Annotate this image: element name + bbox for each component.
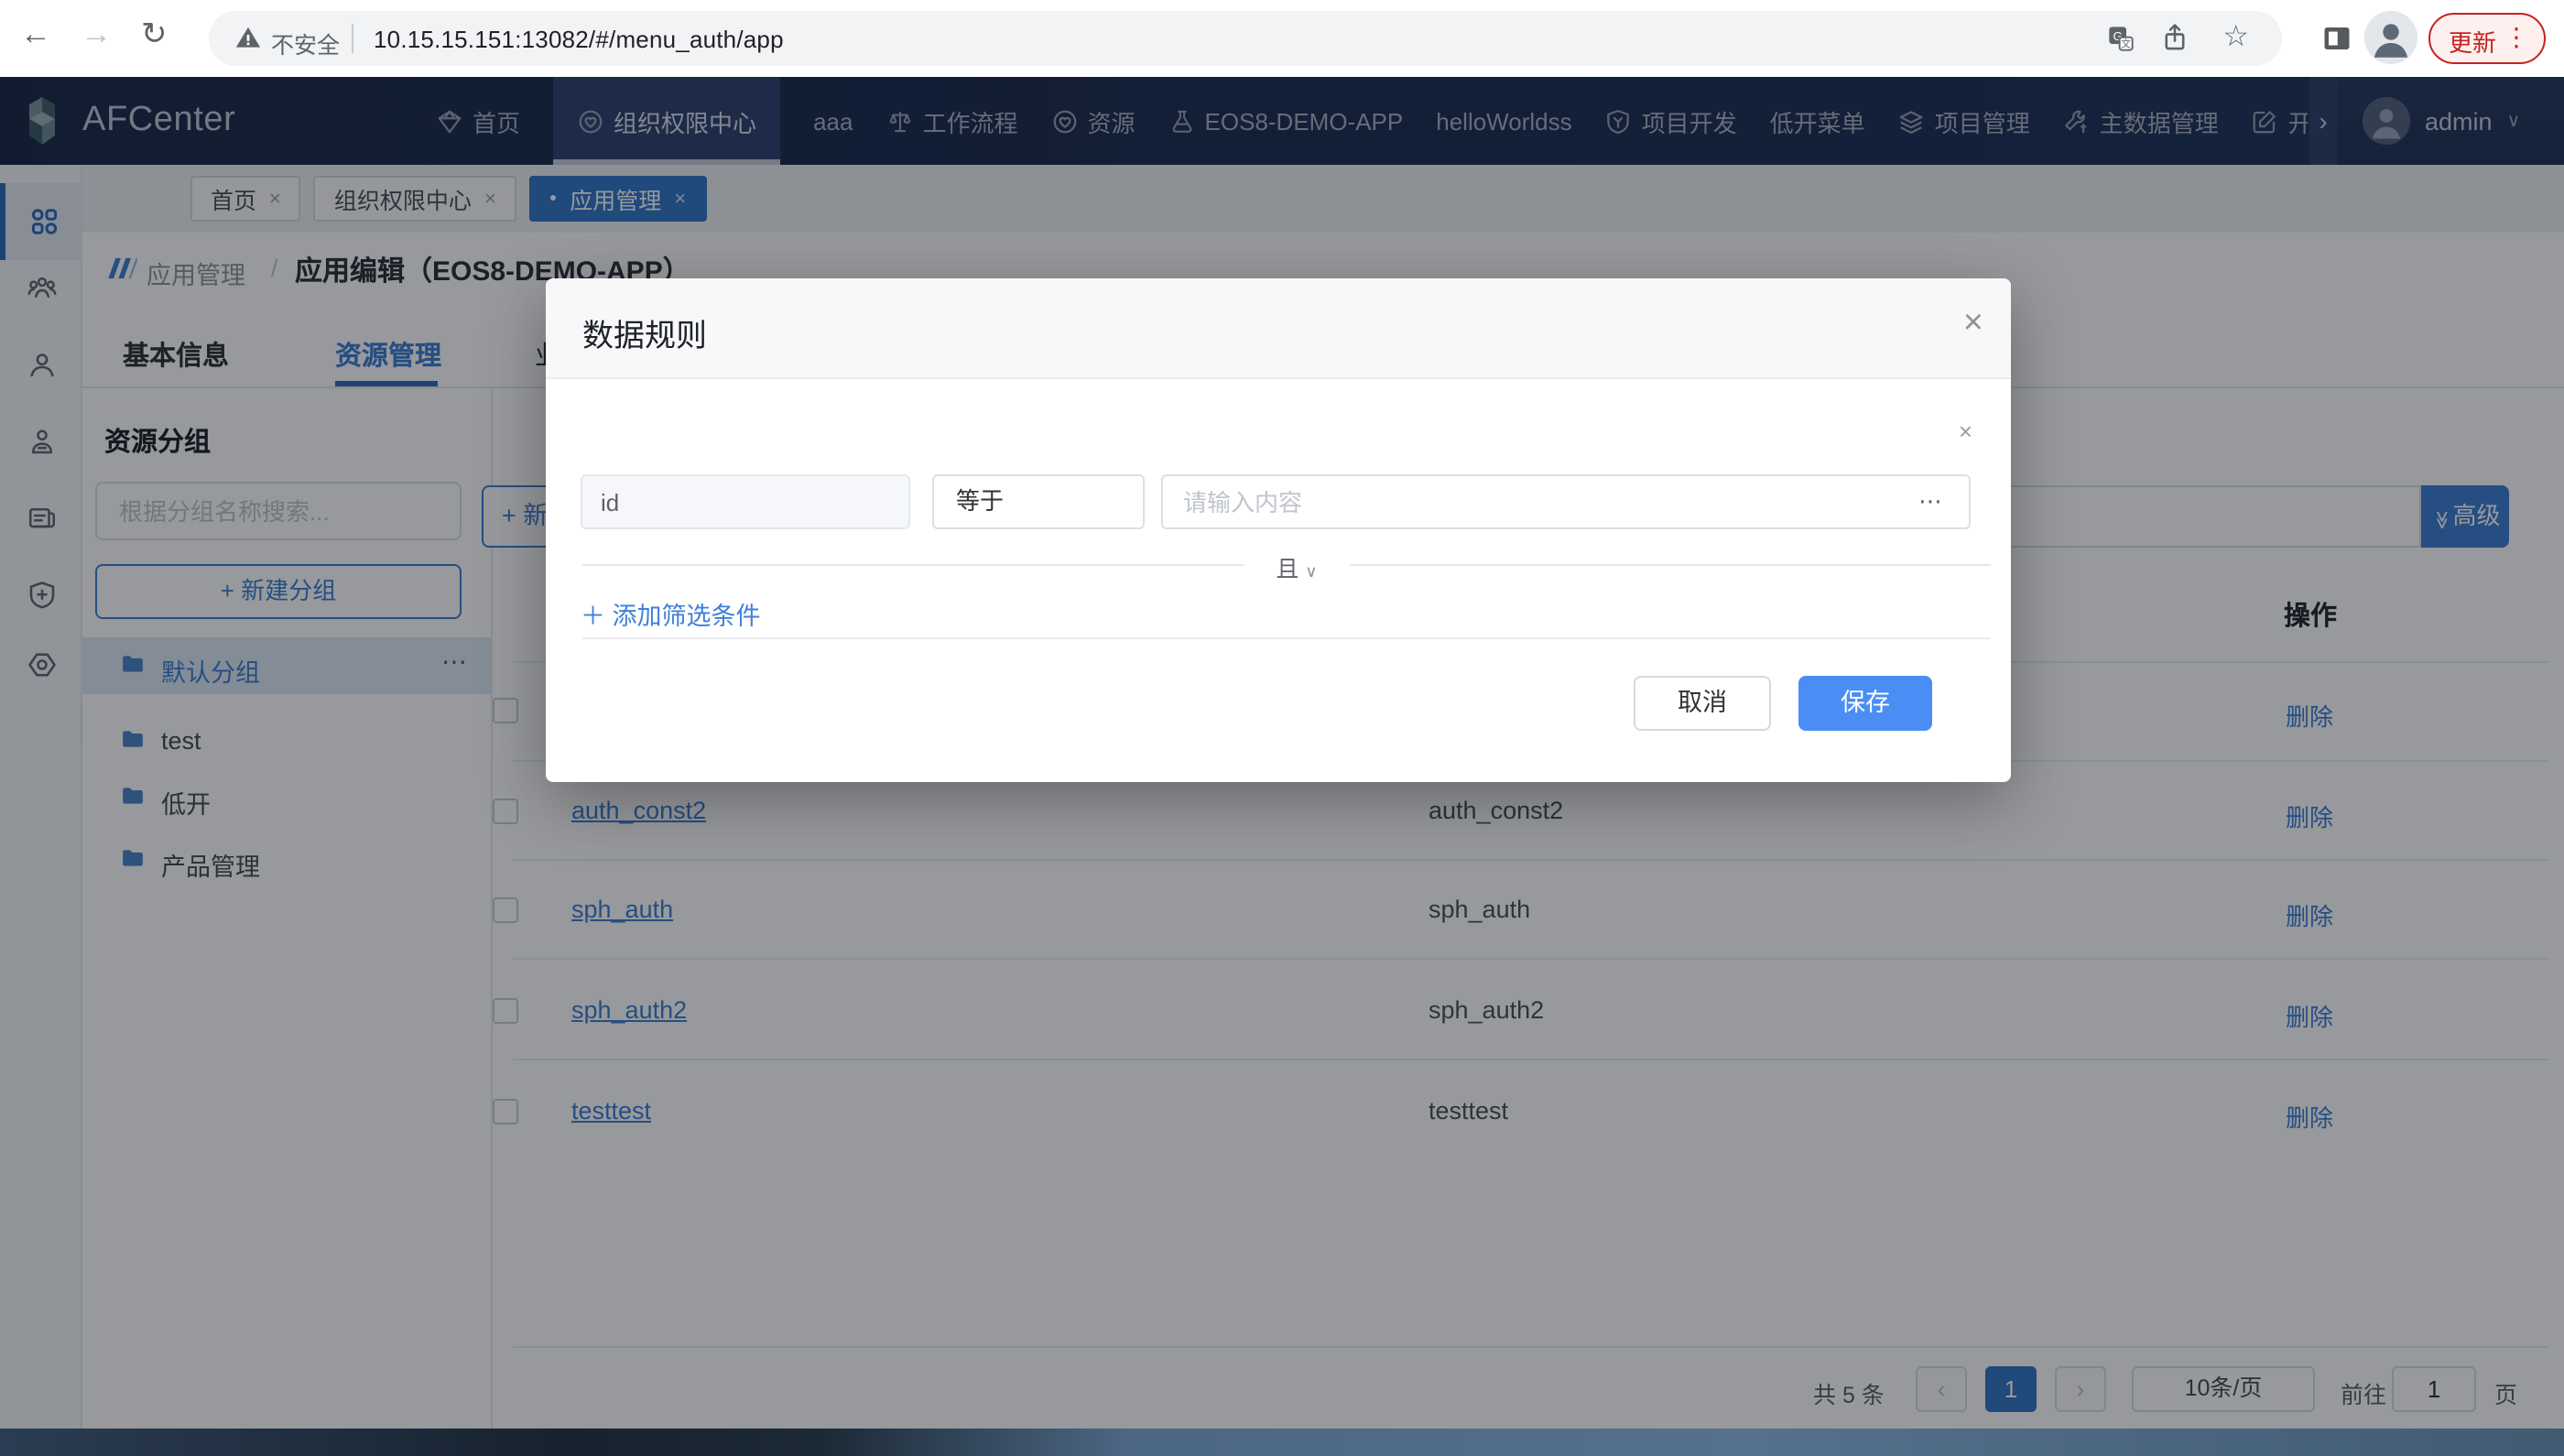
bookmark-star-icon[interactable]: ☆ bbox=[2222, 18, 2249, 55]
update-label: 更新 bbox=[2449, 24, 2496, 59]
side-panel-icon[interactable] bbox=[2320, 22, 2353, 55]
browser-profile-avatar[interactable] bbox=[2364, 11, 2417, 64]
and-divider-line bbox=[1350, 564, 1991, 566]
not-secure-warning-icon bbox=[234, 24, 262, 51]
cancel-button[interactable]: 取消 bbox=[1634, 676, 1771, 731]
desktop-wallpaper-strip bbox=[0, 1429, 2564, 1456]
modal-header: 数据规则 × bbox=[546, 278, 2011, 379]
share-icon[interactable] bbox=[2159, 22, 2190, 53]
and-label: 且 bbox=[1276, 557, 1298, 582]
security-label[interactable]: 不安全 bbox=[271, 26, 340, 60]
modal-title: 数据规则 bbox=[582, 310, 707, 355]
condition-group-close-icon[interactable]: × bbox=[1959, 418, 1972, 445]
browser-update-button[interactable]: 更新 ⋮ bbox=[2428, 13, 2546, 64]
browser-toolbar: ← → ↻ 不安全 10.15.15.151:13082/#/menu_auth… bbox=[0, 0, 2564, 77]
data-rule-modal: 数据规则 × × 等于 ⋯ 且 ∨ ＋ 添加筛选条件 取消 保存 bbox=[546, 278, 2011, 782]
filter-field-input[interactable] bbox=[581, 474, 910, 529]
browser-reload-icon[interactable]: ↻ bbox=[141, 16, 168, 53]
add-condition-link[interactable]: ＋ 添加筛选条件 bbox=[581, 595, 761, 632]
and-operator-toggle[interactable]: 且 ∨ bbox=[1244, 549, 1350, 584]
chevron-down-icon: ∨ bbox=[1305, 562, 1317, 581]
filter-value-input[interactable] bbox=[1161, 474, 1894, 529]
translate-icon[interactable]: G文 bbox=[2106, 24, 2135, 53]
save-button[interactable]: 保存 bbox=[1798, 676, 1932, 731]
and-divider-line bbox=[582, 564, 1244, 566]
filter-operator-select[interactable]: 等于 bbox=[932, 474, 1145, 529]
browser-menu-icon[interactable]: ⋮ bbox=[2504, 22, 2529, 53]
omnibox-divider bbox=[352, 24, 353, 53]
browser-forward-icon[interactable]: → bbox=[81, 16, 112, 53]
filter-more-button[interactable]: ⋯ bbox=[1892, 474, 1971, 529]
modal-footer-divider bbox=[582, 637, 1991, 639]
url-text[interactable]: 10.15.15.151:13082/#/menu_auth/app bbox=[374, 25, 784, 52]
browser-back-icon[interactable]: ← bbox=[20, 16, 51, 53]
screen: ← → ↻ 不安全 10.15.15.151:13082/#/menu_auth… bbox=[0, 0, 2564, 1456]
address-bar[interactable]: 不安全 10.15.15.151:13082/#/menu_auth/app G… bbox=[209, 11, 2282, 66]
modal-close-icon[interactable]: × bbox=[1963, 304, 1983, 344]
svg-text:文: 文 bbox=[2121, 38, 2131, 50]
